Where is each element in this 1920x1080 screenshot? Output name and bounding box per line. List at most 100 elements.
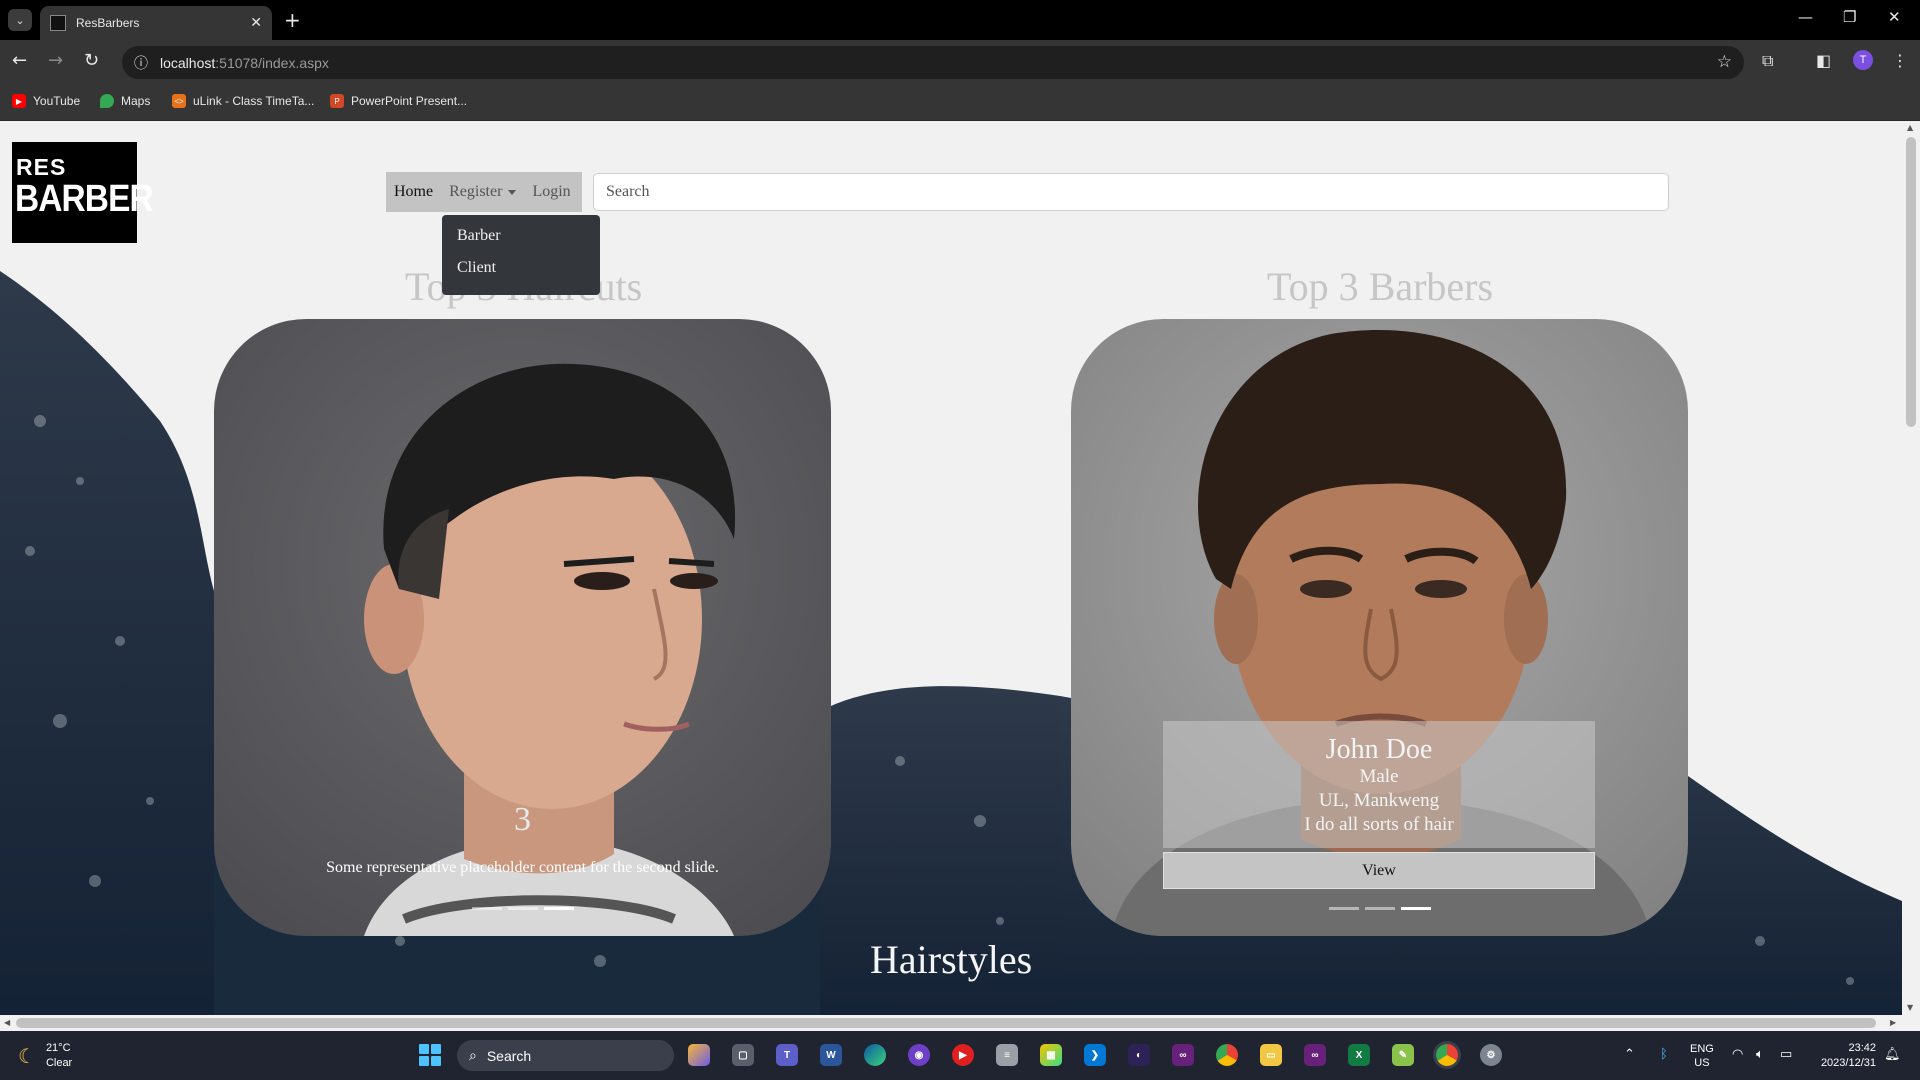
taskbar-search[interactable]: ⌕ Search (457, 1040, 674, 1071)
wifi-icon[interactable]: ◠ (1732, 1047, 1743, 1062)
register-barber-option[interactable]: Barber (442, 223, 600, 255)
show-hidden-icons-chevron-icon[interactable]: ⌃ (1624, 1047, 1635, 1062)
edge-icon[interactable] (864, 1044, 886, 1066)
settings-gear-icon[interactable]: ⚙ (1480, 1044, 1502, 1066)
tab-search-button[interactable]: ⌄ (8, 9, 32, 31)
logo-res-text: RES (16, 154, 67, 180)
bookmark-ulink[interactable]: <> uLink - Class TimeTa... (172, 94, 314, 108)
word-icon[interactable]: W (820, 1044, 842, 1066)
excel-icon[interactable]: X (1348, 1044, 1370, 1066)
language-indicator[interactable]: ENG US (1690, 1042, 1714, 1070)
file-explorer-icon[interactable]: ▭ (1260, 1044, 1282, 1066)
vscode-icon[interactable]: ❯ (1084, 1044, 1106, 1066)
copilot-icon[interactable] (688, 1044, 710, 1066)
chevron-down-icon: ⌄ (15, 13, 25, 27)
site-info-icon[interactable]: ⓘ (134, 53, 148, 73)
system-clock[interactable]: 23:42 2023/12/31 (1812, 1041, 1876, 1071)
main-navbar: Home Register Login (386, 172, 582, 212)
bookmark-star-icon[interactable]: ☆ (1717, 52, 1732, 72)
close-tab-icon[interactable]: ✕ (250, 15, 262, 31)
volume-icon[interactable]: 🔈︎ (1756, 1047, 1764, 1062)
github-desktop-icon[interactable]: ◉ (908, 1044, 930, 1066)
page-viewport: RES BARBER Home Register Login Top 3 Hai… (0, 121, 1902, 1015)
slide-caption-number: 3 (514, 801, 531, 838)
carousel-indicator[interactable] (1364, 907, 1395, 910)
chrome-icon[interactable] (1216, 1044, 1238, 1066)
bluetooth-icon[interactable]: ᛒ (1660, 1047, 1668, 1062)
nav-register-dropdown[interactable]: Register (441, 183, 524, 201)
close-window-icon[interactable]: ✕ (1888, 8, 1901, 26)
caret-down-icon (508, 189, 517, 195)
taskbar-search-label: Search (486, 1047, 532, 1064)
notification-bell-icon[interactable]: 🔔︎ (1884, 1047, 1901, 1062)
carousel-indicators (214, 907, 831, 910)
side-panel-icon[interactable]: ◧ (1816, 51, 1831, 70)
vertical-scrollbar[interactable]: ▲ ▼ (1902, 121, 1920, 1015)
clock-time: 23:42 (1848, 1042, 1876, 1054)
site-logo[interactable]: RES BARBER (12, 142, 154, 243)
maps-pin-icon (100, 94, 114, 108)
language-code: ENG (1690, 1043, 1714, 1055)
carousel-indicator-active[interactable] (1400, 907, 1431, 910)
nav-register-label: Register (449, 183, 503, 200)
nav-login-link[interactable]: Login (524, 183, 578, 201)
register-dropdown-menu: Barber Client (442, 215, 600, 295)
top-barbers-title: Top 3 Barbers (1267, 264, 1494, 309)
powerpoint-icon: P (330, 94, 344, 108)
carousel-indicators (1071, 907, 1688, 910)
carousel-indicator[interactable] (471, 907, 502, 910)
view-barber-button[interactable]: View (1163, 852, 1595, 889)
menu-kebab-icon[interactable]: ⋮ (1892, 51, 1908, 70)
extensions-puzzle-icon[interactable]: ⧉ (1762, 51, 1773, 71)
chrome-active-icon[interactable] (1436, 1044, 1458, 1066)
carousel-indicator[interactable] (507, 907, 538, 910)
vertical-scroll-thumb[interactable] (1906, 137, 1916, 427)
forward-arrow-icon[interactable]: → (48, 50, 63, 71)
visual-studio-icon[interactable]: ∞ (1172, 1044, 1194, 1066)
horizontal-scrollbar[interactable]: ◀ ▶ (0, 1015, 1920, 1031)
moon-icon: ☾ (18, 1044, 36, 1068)
horizontal-scroll-thumb[interactable] (16, 1018, 1876, 1028)
minimize-icon[interactable]: — (1798, 8, 1813, 26)
teams-icon[interactable]: T (776, 1044, 798, 1066)
task-view-icon[interactable]: ▢ (732, 1044, 754, 1066)
address-bar[interactable]: ⓘ localhost:51078/index.aspx ☆ (122, 46, 1744, 79)
barber-info-panel: John Doe Male UL, Mankweng I do all sort… (1163, 721, 1595, 848)
pycharm-icon[interactable]: ▦ (1040, 1044, 1062, 1066)
bookmark-powerpoint[interactable]: P PowerPoint Present... (330, 94, 467, 108)
database-icon[interactable]: ≡ (996, 1044, 1018, 1066)
register-client-option[interactable]: Client (442, 255, 600, 287)
ulink-icon: <> (172, 94, 186, 108)
new-tab-button[interactable]: + (284, 8, 301, 32)
barber-name: John Doe (1325, 734, 1433, 765)
scroll-right-arrow-icon[interactable]: ▶ (1890, 1018, 1896, 1027)
haircut-carousel[interactable]: 3 Some representative placeholder conten… (214, 319, 831, 936)
barber-carousel[interactable]: John Doe Male UL, Mankweng I do all sort… (1071, 319, 1688, 936)
bookmark-maps[interactable]: Maps (100, 94, 150, 108)
eclipse-icon[interactable]: ◐ (1128, 1044, 1150, 1066)
scroll-left-arrow-icon[interactable]: ◀ (4, 1018, 10, 1027)
barber-gender: Male (1359, 766, 1399, 787)
visual-studio-2-icon[interactable]: ∞ (1304, 1044, 1326, 1066)
nav-home-link[interactable]: Home (386, 183, 441, 201)
slide-caption-text: Some representative placeholder content … (326, 859, 719, 876)
browser-tab[interactable]: ResBarbers ✕ (40, 6, 272, 40)
scroll-up-arrow-icon[interactable]: ▲ (1907, 123, 1913, 132)
carousel-indicator-active[interactable] (543, 907, 574, 910)
restore-icon[interactable]: ❐ (1843, 8, 1856, 26)
carousel-indicator[interactable] (1328, 907, 1359, 910)
clock-date: 2023/12/31 (1820, 1057, 1876, 1069)
tab-title: ResBarbers (76, 16, 140, 30)
windows-start-icon[interactable] (419, 1044, 441, 1066)
barber-bio: I do all sorts of hair (1304, 814, 1454, 835)
weather-widget[interactable]: ☾ 21°C Clear (18, 1041, 72, 1071)
bookmark-youtube[interactable]: ▶ YouTube (12, 94, 80, 108)
notepad-plus-icon[interactable]: ✎ (1392, 1044, 1414, 1066)
search-input[interactable] (593, 173, 1669, 211)
scroll-down-arrow-icon[interactable]: ▼ (1907, 1003, 1913, 1012)
youtube-music-icon[interactable]: ▶ (952, 1044, 974, 1066)
battery-icon[interactable]: ▭ (1780, 1047, 1792, 1062)
back-arrow-icon[interactable]: ← (12, 50, 27, 71)
profile-avatar[interactable]: T (1853, 50, 1873, 70)
reload-icon[interactable]: ↻ (84, 50, 99, 71)
